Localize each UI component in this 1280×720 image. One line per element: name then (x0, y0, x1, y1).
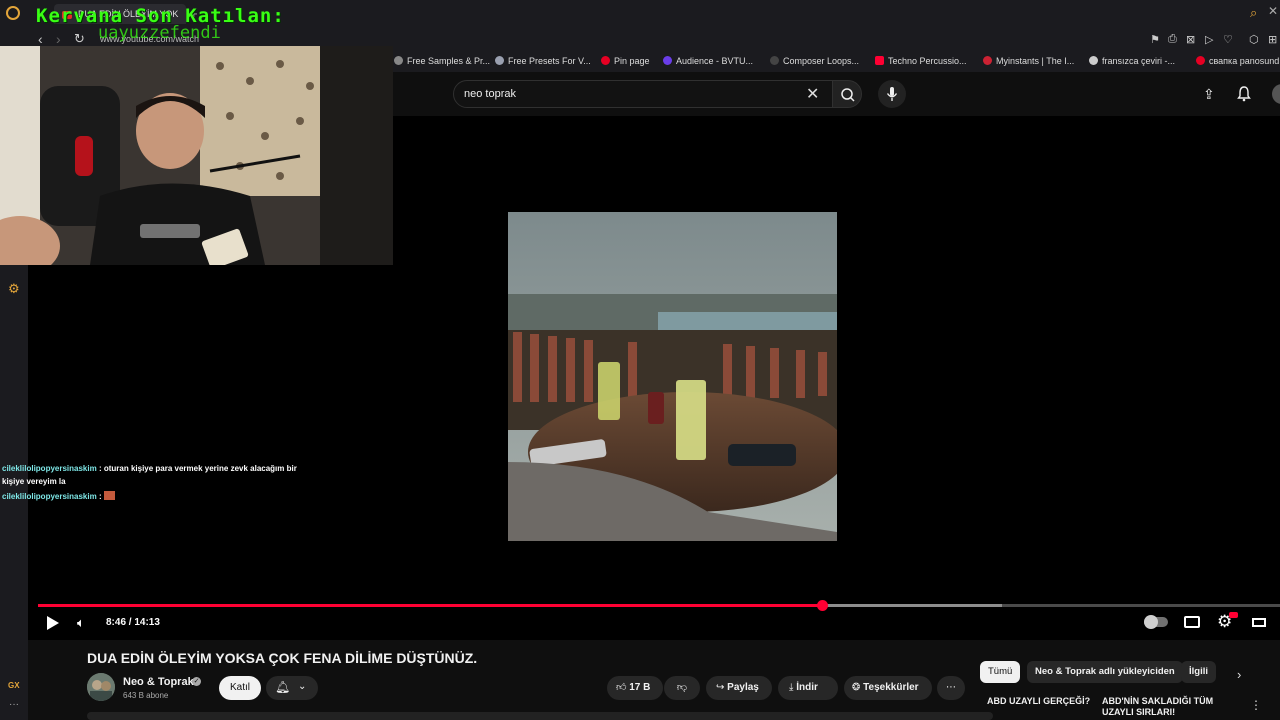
search-box[interactable]: neo toprak ✕ (453, 80, 833, 108)
bookmark-favicon-icon (394, 56, 403, 65)
webcam-feed (0, 46, 393, 265)
gx-logo-icon[interactable]: GX (8, 681, 20, 690)
voice-search-button[interactable] (878, 80, 906, 108)
subscription-notification-button[interactable]: 🔔︎ ⌄ (266, 676, 318, 700)
bookmark-favicon-icon (770, 56, 779, 65)
chat-message: cileklilolipopyersinaskim : oturan kişiy… (2, 462, 312, 488)
chip-related[interactable]: İlgili (1181, 661, 1216, 683)
chip-all[interactable]: Tümü (980, 661, 1021, 683)
forward-icon[interactable]: › (56, 31, 61, 47)
video-thumbnail (508, 212, 837, 541)
bookmark-favicon-icon (983, 56, 992, 65)
channel-name[interactable]: Neo & Toprak (123, 676, 194, 688)
autoplay-knob[interactable] (1144, 615, 1158, 629)
translate-icon (1089, 56, 1098, 65)
bookmark-item[interactable]: Techno Percussio... (875, 56, 967, 66)
bookmark-item[interactable]: Free Samples & Pr... (394, 56, 490, 66)
more-icon: ⋯ (946, 682, 956, 693)
back-icon[interactable]: ‹ (38, 31, 43, 47)
download-button[interactable]: ⤓ İndir (778, 676, 838, 700)
chevron-right-icon[interactable]: › (1237, 667, 1241, 682)
progress-bar-remaining[interactable] (1002, 604, 1280, 607)
notifications-icon[interactable] (1237, 86, 1251, 102)
recommendation-title[interactable]: ABD UZAYLI GERÇEĞİ? (987, 696, 1090, 706)
opera-logo-icon[interactable] (6, 6, 20, 20)
chat-text: : (98, 492, 102, 501)
search-button[interactable] (832, 80, 862, 108)
video-title: DUA EDİN ÖLEYİM YOKSA ÇOK FENA DİLİME DÜ… (87, 650, 478, 666)
thumbs-down-icon: 👎︎ (676, 682, 688, 693)
chip-from-uploader[interactable]: Neo & Toprak adlı yükleyiciden (1027, 661, 1183, 683)
bookmark-item[interactable]: Audience - BVTU... (663, 56, 753, 66)
time-display: 8:46 / 14:13 (106, 617, 160, 628)
webcam-overlay (0, 46, 393, 265)
snapshot-icon[interactable]: ⎙ (1168, 33, 1177, 46)
progress-scrubber[interactable] (817, 600, 828, 611)
bookmark-item[interactable]: fransızca çeviri -... (1089, 56, 1175, 66)
chevron-down-icon: ⌄ (298, 681, 307, 692)
hd-badge (1229, 612, 1238, 618)
sidebar-settings-icon[interactable]: ⚙ (8, 281, 20, 297)
bookmark-icon[interactable]: ⚑ (1150, 33, 1160, 46)
heart-icon[interactable]: ♡ (1223, 33, 1233, 46)
search-input[interactable]: neo toprak (464, 88, 516, 100)
chat-message: cileklilolipopyersinaskim : (2, 490, 312, 503)
microphone-icon (886, 87, 898, 101)
sidebar-more-icon[interactable]: ··· (9, 699, 19, 710)
play-icon[interactable] (47, 616, 59, 630)
more-vertical-icon[interactable]: ⋮ (1250, 698, 1262, 712)
overlay-latest-follower-name: uayuzzefendi (98, 23, 221, 43)
like-button[interactable]: 👍︎ 17 B (607, 676, 663, 700)
thanks-button[interactable]: ❂ Teşekkürler (844, 676, 932, 700)
shield-icon[interactable]: ⊠ (1186, 33, 1195, 46)
thanks-icon: ❂ (852, 682, 861, 693)
chat-username: cileklilolipopyersinaskim (2, 492, 97, 501)
bell-icon: 🔔︎ (275, 680, 291, 694)
window-close-icon[interactable]: ✕ (1268, 4, 1278, 18)
bookmark-item[interactable]: Myinstants | The I... (983, 56, 1074, 66)
verified-icon: ✓ (192, 677, 201, 686)
channel-avatar-image (87, 673, 115, 701)
extensions-icon[interactable]: ⬡ (1249, 33, 1259, 46)
bookmarks-bar: Free Samples & Pr... Free Presets For V.… (390, 52, 1280, 72)
youtube-favicon-icon (875, 56, 884, 65)
bookmark-favicon-icon (663, 56, 672, 65)
search-icon (841, 88, 855, 102)
emote-icon (103, 491, 115, 500)
subtitles-icon[interactable] (1184, 616, 1200, 628)
bookmark-favicon-icon (495, 56, 504, 65)
progress-bar-played[interactable] (38, 604, 822, 607)
recommendation-title[interactable]: ABD'NİN SAKLADIĞI TÜM UZAYLI SIRLARI! (1102, 696, 1232, 718)
pinterest-icon (1196, 56, 1205, 65)
pinterest-icon (601, 56, 610, 65)
clear-search-icon[interactable]: ✕ (806, 84, 819, 104)
volume-icon[interactable]: 🔈︎ (77, 615, 85, 631)
bookmark-item[interactable]: Pin page (601, 56, 650, 66)
progress-bar-buffered[interactable] (822, 604, 1002, 607)
download-icon: ⤓ (789, 682, 794, 693)
video-frame[interactable] (508, 212, 837, 541)
bookmark-item[interactable]: Composer Loops... (770, 56, 859, 66)
easy-setup-icon[interactable]: ⊞ (1268, 33, 1277, 46)
tab-search-icon[interactable]: ⌕ (1250, 5, 1257, 21)
dislike-button[interactable]: 👎︎ (664, 676, 700, 700)
stream-chat: cileklilolipopyersinaskim : oturan kişiy… (2, 462, 312, 503)
reload-icon[interactable]: ↻ (74, 31, 85, 47)
player-icon[interactable]: ▷ (1205, 33, 1213, 46)
bookmark-item[interactable]: Free Presets For V... (495, 56, 591, 66)
upload-icon[interactable]: ⇪ (1203, 86, 1215, 103)
join-button[interactable]: Katıl (219, 676, 261, 700)
chat-username: cileklilolipopyersinaskim (2, 464, 97, 473)
channel-avatar[interactable] (87, 673, 115, 701)
share-icon: ↪ (716, 682, 725, 693)
thumbs-up-icon: 👍︎ (616, 682, 627, 693)
bookmark-item[interactable]: свапка panosund (1196, 56, 1279, 66)
more-actions-button[interactable]: ⋯ (937, 676, 965, 700)
share-button[interactable]: ↪ Paylaş (706, 676, 772, 700)
subscriber-count: 643 B abone (123, 691, 169, 700)
description-box[interactable] (87, 712, 993, 720)
theater-mode-icon[interactable] (1252, 618, 1266, 627)
